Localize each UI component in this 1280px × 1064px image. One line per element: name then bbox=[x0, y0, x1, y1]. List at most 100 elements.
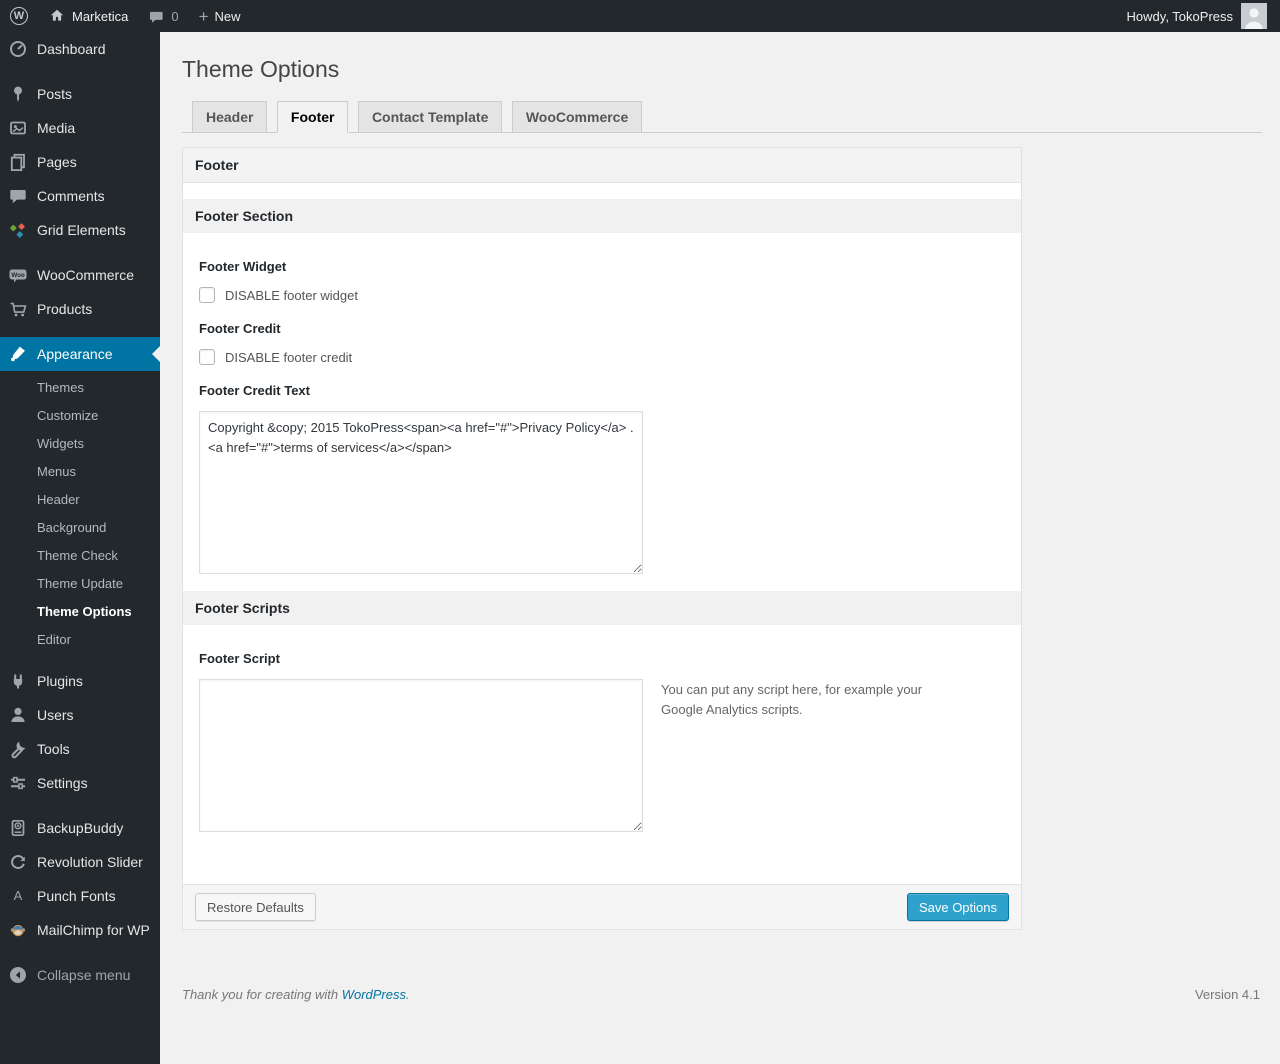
howdy-account-link[interactable]: Howdy, TokoPress bbox=[1127, 9, 1233, 24]
main-content: Theme Options Header Footer Contact Temp… bbox=[160, 32, 1280, 1064]
sidebar-item-label: Settings bbox=[37, 775, 88, 791]
sidebar-item-appearance[interactable]: Appearance bbox=[0, 337, 160, 371]
cart-icon bbox=[8, 299, 28, 319]
disable-footer-credit-checkbox[interactable] bbox=[199, 349, 215, 365]
tab-footer[interactable]: Footer bbox=[276, 101, 349, 133]
panel-title: Footer bbox=[183, 148, 1021, 183]
disable-footer-credit-row[interactable]: DISABLE footer credit bbox=[199, 349, 1005, 365]
sidebar-item-label: Revolution Slider bbox=[37, 854, 143, 870]
sidebar-item-dashboard[interactable]: Dashboard bbox=[0, 32, 160, 66]
admin-footer: Thank you for creating with WordPress. V… bbox=[182, 987, 1260, 1002]
comment-count-badge: 0 bbox=[171, 8, 179, 24]
save-options-button[interactable]: Save Options bbox=[906, 893, 1009, 921]
submenu-item-theme-check[interactable]: Theme Check bbox=[0, 542, 160, 570]
disable-footer-widget-checkbox[interactable] bbox=[199, 287, 215, 303]
comments-admin-link[interactable]: 0 bbox=[138, 0, 188, 32]
wordpress-logo-menu[interactable]: W bbox=[0, 0, 38, 32]
sidebar-item-users[interactable]: Users bbox=[0, 698, 160, 732]
sidebar-item-label: Comments bbox=[37, 188, 105, 204]
pushpin-icon bbox=[8, 84, 28, 104]
submenu-item-menus[interactable]: Menus bbox=[0, 458, 160, 486]
avatar[interactable] bbox=[1241, 3, 1267, 29]
sidebar-item-label: Pages bbox=[37, 154, 77, 170]
page-title: Theme Options bbox=[182, 56, 340, 82]
home-icon bbox=[50, 9, 64, 21]
submenu-item-theme-options[interactable]: Theme Options bbox=[0, 598, 160, 626]
sidebar-item-tools[interactable]: Tools bbox=[0, 732, 160, 766]
sidebar-item-backupbuddy[interactable]: BackupBuddy bbox=[0, 811, 160, 845]
admin-bar: W Marketica 0 + New Howdy, TokoPress bbox=[0, 0, 1280, 32]
submenu-item-background[interactable]: Background bbox=[0, 514, 160, 542]
theme-options-panel: Footer Footer Section Footer Widget DISA… bbox=[182, 147, 1022, 930]
sidebar-item-posts[interactable]: Posts bbox=[0, 77, 160, 111]
sidebar-item-plugins[interactable]: Plugins bbox=[0, 664, 160, 698]
footer-credit-text-textarea[interactable]: Copyright &copy; 2015 TokoPress<span><a … bbox=[199, 411, 643, 574]
dashboard-icon bbox=[8, 39, 28, 59]
disable-footer-credit-label: DISABLE footer credit bbox=[225, 349, 353, 365]
submenu-item-header[interactable]: Header bbox=[0, 486, 160, 514]
wrench-icon bbox=[8, 739, 28, 759]
footer-script-help-text: You can put any script here, for example… bbox=[661, 682, 923, 718]
restore-defaults-button[interactable]: Restore Defaults bbox=[195, 893, 316, 921]
sidebar-item-grid-elements[interactable]: Grid Elements bbox=[0, 213, 160, 247]
sidebar-item-woocommerce[interactable]: Woo WooCommerce bbox=[0, 258, 160, 292]
admin-bar-right: Howdy, TokoPress bbox=[1127, 0, 1280, 32]
sidebar-item-label: Dashboard bbox=[37, 41, 106, 57]
refresh-arrows-icon bbox=[8, 852, 28, 872]
letter-a-icon: A bbox=[13, 888, 23, 903]
submenu-item-theme-update[interactable]: Theme Update bbox=[0, 570, 160, 598]
disable-footer-widget-row[interactable]: DISABLE footer widget bbox=[199, 287, 1005, 303]
appearance-submenu: Themes Customize Widgets Menus Header Ba… bbox=[0, 371, 160, 664]
sidebar-item-punch-fonts[interactable]: A Punch Fonts bbox=[0, 879, 160, 913]
tab-woocommerce[interactable]: WooCommerce bbox=[511, 101, 643, 133]
tab-contact-template[interactable]: Contact Template bbox=[357, 101, 503, 133]
sidebar-item-comments[interactable]: Comments bbox=[0, 179, 160, 213]
sidebar-item-label: WooCommerce bbox=[37, 267, 134, 283]
svg-text:Woo: Woo bbox=[11, 272, 25, 279]
new-content-button[interactable]: + New bbox=[189, 0, 251, 32]
collapse-menu-label: Collapse menu bbox=[37, 967, 131, 983]
submenu-item-editor[interactable]: Editor bbox=[0, 626, 160, 654]
footer-script-textarea[interactable] bbox=[199, 679, 643, 832]
panel-spacer bbox=[183, 183, 1021, 199]
site-name-link[interactable]: Marketica bbox=[38, 0, 138, 32]
sidebar-item-pages[interactable]: Pages bbox=[0, 145, 160, 179]
new-label: New bbox=[214, 8, 241, 24]
admin-sidebar: Dashboard Posts Media Pages Comments Gri… bbox=[0, 32, 160, 1064]
submenu-item-themes[interactable]: Themes bbox=[0, 374, 160, 402]
sidebar-item-revolution-slider[interactable]: Revolution Slider bbox=[0, 845, 160, 879]
sidebar-item-label: Plugins bbox=[37, 673, 83, 689]
backup-drive-icon bbox=[8, 818, 28, 838]
panel-action-bar: Restore Defaults Save Options bbox=[183, 884, 1021, 929]
sidebar-item-settings[interactable]: Settings bbox=[0, 766, 160, 800]
sidebar-item-label: Grid Elements bbox=[37, 222, 126, 238]
collapse-arrow-icon bbox=[8, 965, 28, 985]
wordpress-logo-icon: W bbox=[10, 7, 28, 25]
avatar-person-icon bbox=[1241, 3, 1267, 29]
submenu-item-widgets[interactable]: Widgets bbox=[0, 430, 160, 458]
wordpress-link[interactable]: WordPress bbox=[342, 987, 406, 1002]
user-icon bbox=[8, 705, 28, 725]
paintbrush-icon bbox=[8, 344, 28, 364]
thanks-prefix: Thank you for creating with bbox=[182, 987, 339, 1002]
submenu-item-customize[interactable]: Customize bbox=[0, 402, 160, 430]
footer-thanks-text: Thank you for creating with WordPress. bbox=[182, 987, 410, 1002]
sidebar-item-mailchimp[interactable]: MailChimp for WP bbox=[0, 913, 160, 947]
sidebar-item-products[interactable]: Products bbox=[0, 292, 160, 326]
plugin-icon bbox=[8, 671, 28, 691]
comments-icon bbox=[8, 186, 28, 206]
sidebar-item-label: Posts bbox=[37, 86, 73, 102]
version-label: Version 4.1 bbox=[1194, 987, 1260, 1002]
tab-header[interactable]: Header bbox=[192, 101, 268, 133]
footer-scripts-body: Footer Script You can put any script her… bbox=[183, 625, 1021, 884]
footer-credit-text-label: Footer Credit Text bbox=[199, 383, 310, 398]
admin-bar-left: W Marketica 0 + New bbox=[0, 0, 251, 32]
media-icon bbox=[8, 118, 28, 138]
pages-icon bbox=[8, 152, 28, 172]
comment-bubble-icon bbox=[150, 11, 163, 23]
plus-icon: + bbox=[198, 6, 209, 26]
disable-footer-widget-label: DISABLE footer widget bbox=[225, 287, 358, 303]
sliders-icon bbox=[8, 773, 28, 793]
sidebar-item-media[interactable]: Media bbox=[0, 111, 160, 145]
collapse-menu-button[interactable]: Collapse menu bbox=[0, 958, 160, 992]
